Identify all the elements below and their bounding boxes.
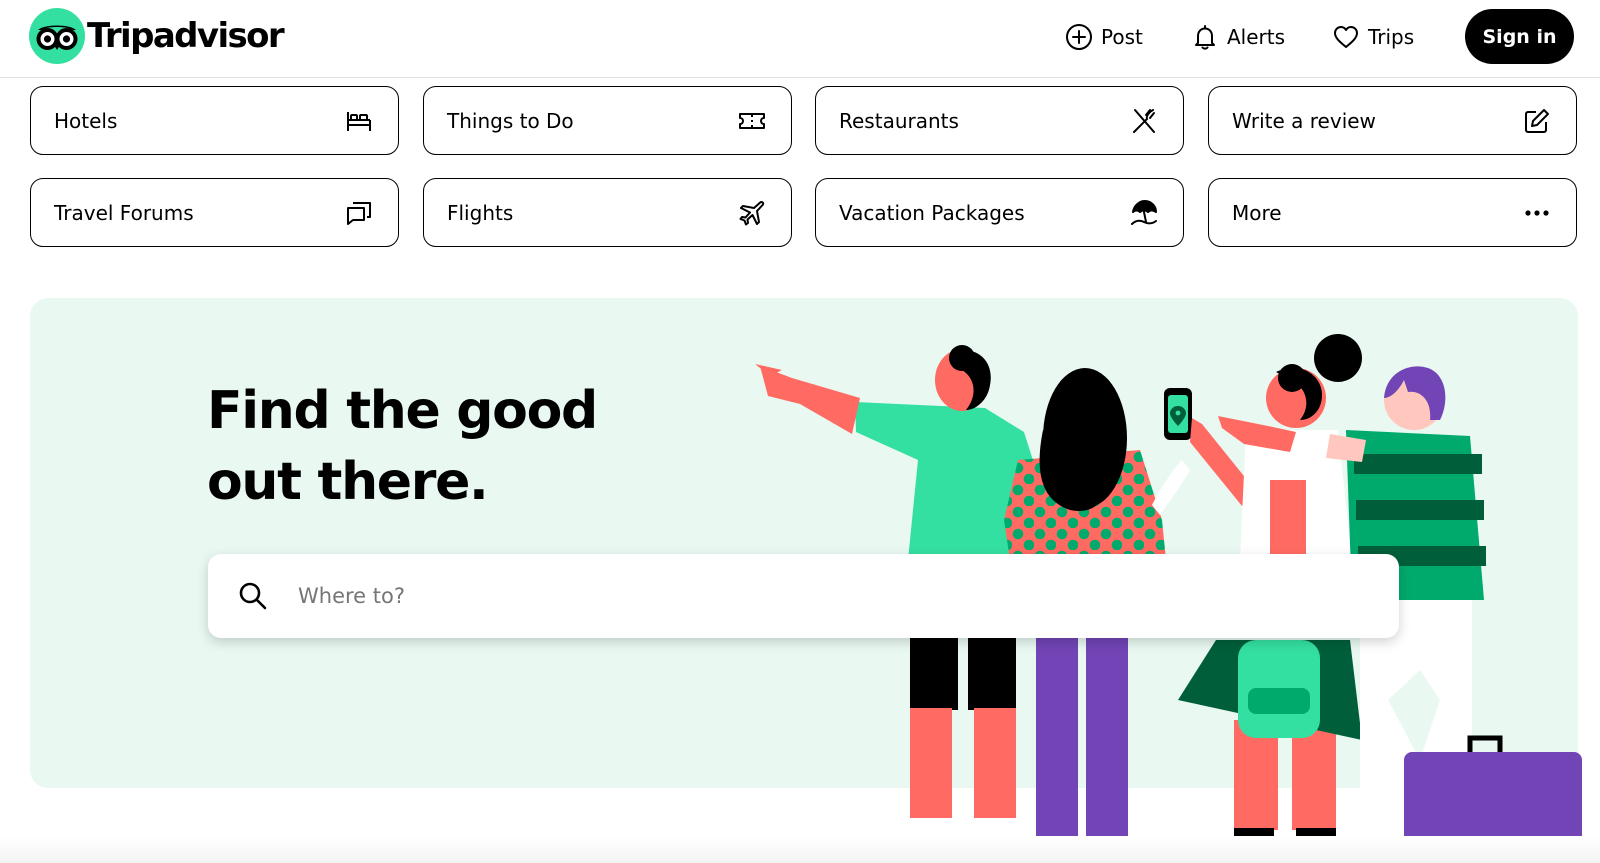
utensils-icon (1133, 108, 1155, 133)
logo-wordmark: Tripadvisor (87, 16, 285, 56)
sign-in-button[interactable]: Sign in (1465, 9, 1574, 64)
category-label: Write a review (1232, 108, 1376, 133)
category-label: Things to Do (447, 108, 574, 133)
search-bar[interactable] (208, 554, 1399, 638)
category-things-to-do[interactable]: Things to Do (423, 86, 792, 155)
plane-icon (739, 200, 765, 225)
edit-icon (1525, 108, 1549, 133)
category-label: Hotels (54, 108, 118, 133)
alerts-link[interactable]: Alerts (1190, 18, 1285, 56)
trips-label: Trips (1368, 25, 1415, 49)
post-link[interactable]: Post (1064, 18, 1143, 56)
category-label: Restaurants (839, 108, 959, 133)
category-restaurants[interactable]: Restaurants (815, 86, 1184, 155)
top-header: Tripadvisor Post Alerts Trips Sign in (0, 0, 1600, 78)
category-vacation-packages[interactable]: Vacation Packages (815, 178, 1184, 247)
tripadvisor-logo[interactable]: Tripadvisor (29, 8, 285, 64)
category-label: Vacation Packages (839, 200, 1025, 225)
category-label: Flights (447, 200, 514, 225)
category-flights[interactable]: Flights (423, 178, 792, 247)
beach-umbrella-icon (1131, 199, 1157, 225)
search-input[interactable] (298, 571, 1348, 621)
category-more[interactable]: More (1208, 178, 1577, 247)
ellipsis-icon (1525, 209, 1549, 216)
chat-icon (347, 201, 371, 225)
hero-title: Find the good out there. (207, 381, 598, 512)
owl-logo-icon (29, 8, 85, 64)
ticket-icon (739, 112, 765, 129)
category-hotels[interactable]: Hotels (30, 86, 399, 155)
page-bottom-edge (0, 836, 1600, 863)
post-label: Post (1101, 25, 1143, 49)
heart-icon (1334, 26, 1358, 48)
search-icon (239, 582, 267, 610)
bell-icon (1195, 25, 1215, 50)
plus-circle-icon (1066, 24, 1092, 50)
bed-icon (347, 111, 371, 131)
category-write-review[interactable]: Write a review (1208, 86, 1577, 155)
hero-banner (30, 298, 1578, 788)
alerts-label: Alerts (1227, 25, 1286, 49)
category-label: More (1232, 200, 1282, 225)
category-label: Travel Forums (54, 200, 194, 225)
trips-link[interactable]: Trips (1331, 18, 1414, 56)
category-travel-forums[interactable]: Travel Forums (30, 178, 399, 247)
